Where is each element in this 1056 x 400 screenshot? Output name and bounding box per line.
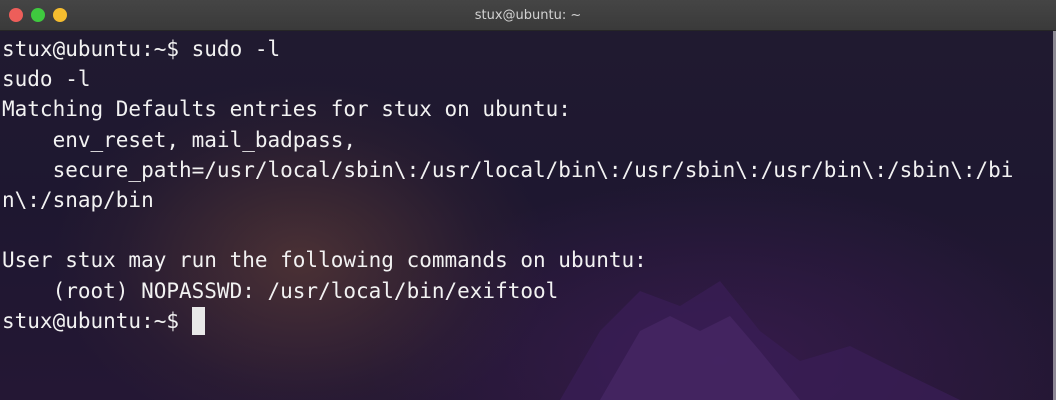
terminal-line: Matching Defaults entries for stux on ub… [2,97,571,122]
window-title: stux@ubuntu: ~ [474,8,582,23]
terminal-line: stux@ubuntu:~$ sudo -l [2,37,281,61]
terminal-line: n\:/snap/bin [2,187,154,212]
terminal-line: User stux may run the following commands… [2,248,647,273]
terminal-line: (root) NOPASSWD: /usr/local/bin/exiftool [2,278,559,303]
terminal-window: stux@ubuntu: ~ stux@ubuntu:~$ sudo -l su… [0,0,1056,400]
terminal-output: stux@ubuntu:~$ sudo -l sudo -l Matching … [2,34,1052,336]
shell-prompt: stux@ubuntu:~$ [2,308,192,333]
terminal-line: secure_path=/usr/local/sbin\:/usr/local/… [2,157,1014,182]
text-cursor [191,306,205,335]
terminal-line: env_reset, mail_badpass, [2,127,357,152]
prompt-line[interactable]: stux@ubuntu:~$ [2,306,1052,336]
terminal-area[interactable]: stux@ubuntu:~$ sudo -l sudo -l Matching … [0,31,1056,400]
title-bar[interactable]: stux@ubuntu: ~ [0,0,1056,31]
terminal-line: sudo -l [2,67,91,92]
